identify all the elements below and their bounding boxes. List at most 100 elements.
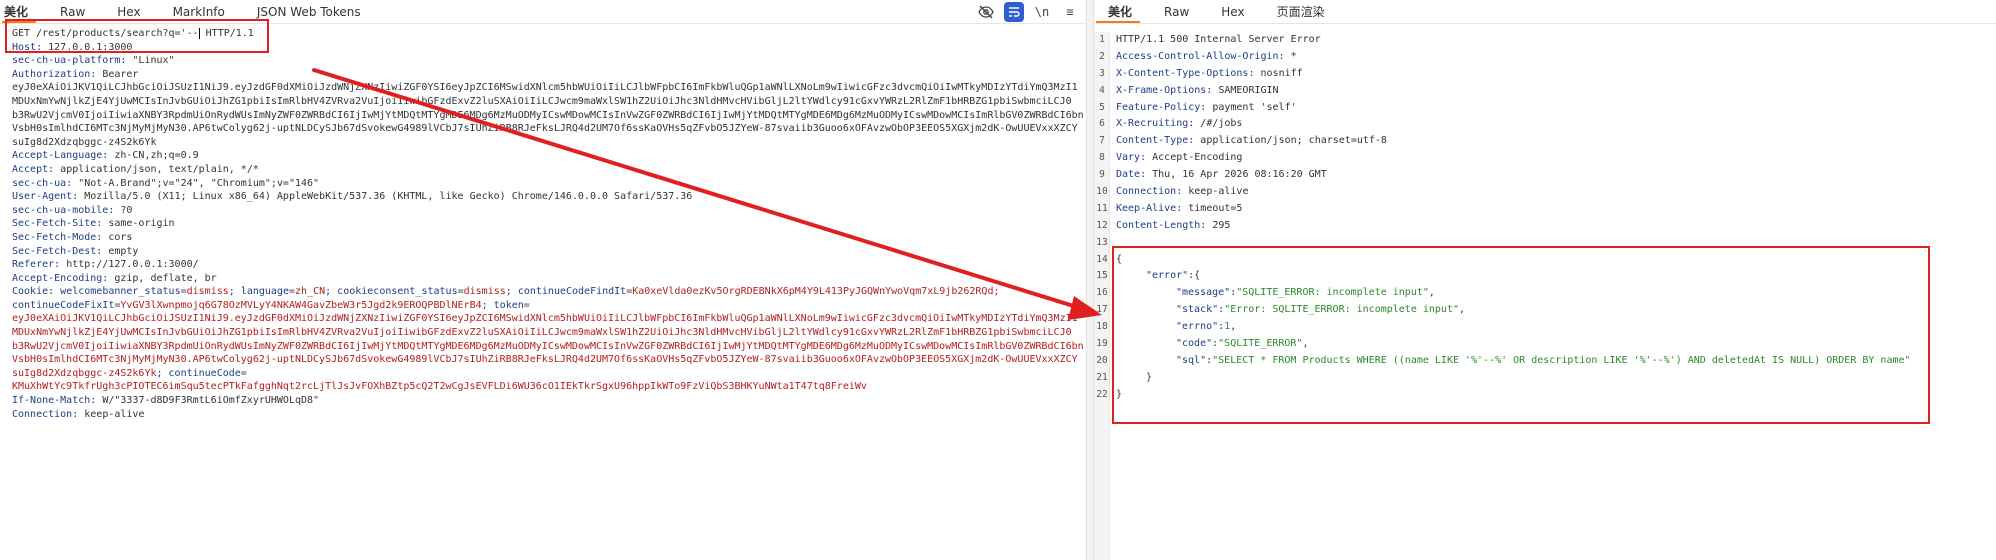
response-tab-raw[interactable]: Raw: [1148, 0, 1205, 23]
response-editor[interactable]: 1 HTTP/1.1 500 Internal Server Error 2 Acce…: [1094, 32, 1996, 560]
line-number: 17: [1096, 304, 1108, 316]
line-number: 4: [1099, 84, 1105, 96]
json-field-line: 20 "sql":"SELECT * FROM Products WHERE ((…: [1094, 353, 1996, 370]
request-header-line: Referer: http://127.0.0.1:3000/: [0, 258, 1086, 272]
cookie-token-line: MDUxNmYwNjlkZjE4YjUwMCIsInJvbGUiOiJhZG1p…: [12, 327, 1072, 339]
line-number: 19: [1096, 338, 1108, 350]
request-header-line: Accept-Language: zh-CN,zh;q=0.9: [0, 149, 1086, 163]
response-header-line: 9 Date: Thu, 16 Apr 2026 08:16:20 GMT: [1094, 167, 1996, 184]
eye-off-icon[interactable]: [976, 2, 996, 22]
request-header-line: Sec-Fetch-Site: same-origin: [0, 217, 1086, 231]
status-text: HTTP/1.1 500 Internal Server Error: [1116, 34, 1321, 45]
cookie-name: welcomebanner_status: [54, 286, 181, 298]
line-number: 18: [1096, 321, 1108, 333]
line-number: 1: [1099, 34, 1105, 45]
request-pane: 美化 Raw Hex MarkInfo JSON Web Tokens \n ≡…: [0, 0, 1086, 560]
header-value: eyJ0eXAiOiJKV1QiLCJhbGciOiJSUzI1NiJ9.eyJ…: [12, 82, 1078, 94]
request-header-line: Accept-Encoding: gzip, deflate, br: [0, 272, 1086, 286]
cookie-token-line: b3RwU2VjcmV0IjoiIiwiaXNBY3RpdmUiOnRydWUs…: [12, 340, 1084, 352]
line-number: 10: [1096, 186, 1108, 198]
cookie-value: dismiss: [186, 286, 229, 298]
header-value: empty: [102, 245, 139, 257]
request-header-line: b3RwU2VjcmV0IjoiIiwiaXNBY3RpdmUiOnRydWUs…: [0, 109, 1086, 123]
json-key: "sql": [1176, 354, 1207, 366]
response-lines: 1 HTTP/1.1 500 Internal Server Error 2 Acce…: [1094, 32, 1996, 404]
response-tabbar: 美化 Raw Hex 页面渲染: [1094, 0, 1996, 24]
request-toolbar: \n ≡: [976, 2, 1080, 22]
response-header-line: 12 Content-Length: 295: [1094, 218, 1996, 235]
header-name: User-Agent:: [12, 191, 79, 203]
request-tab-raw[interactable]: Raw: [44, 0, 101, 23]
json-value: "SQLITE_ERROR": [1218, 338, 1303, 350]
cookie-line-2: continueCodeFixIt=YvGV3lXwnpmojq6G78OzMV…: [12, 299, 530, 311]
header-value: VsbH0sImlhdCI6MTc3NjMyMjMyN30.AP6twColyg…: [12, 123, 1078, 135]
header-name: Accept:: [12, 163, 55, 175]
header-name: Access-Control-Allow-Origin:: [1116, 50, 1285, 62]
header-name: Accept-Language:: [12, 150, 109, 162]
cookie-value: zh_CN: [295, 286, 326, 298]
request-tab-hex[interactable]: Hex: [101, 0, 156, 23]
response-header-line: 6 X-Recruiting: /#/jobs: [1094, 116, 1996, 133]
response-header-line: 5 Feature-Policy: payment 'self': [1094, 100, 1996, 117]
header-name: sec-ch-ua:: [12, 177, 73, 189]
newline-toggle-button[interactable]: \n: [1032, 2, 1052, 22]
header-name: Keep-Alive:: [1116, 202, 1183, 214]
if-none-match-line: If-None-Match: W/"3337-d8D9F3RmtL6iOmfZx…: [12, 395, 320, 407]
line-number: 22: [1096, 388, 1108, 400]
json-comma: ,: [1230, 321, 1237, 333]
cookie-value: dismiss: [463, 286, 506, 298]
header-name: Sec-Fetch-Site:: [12, 218, 103, 230]
request-headers: Host: 127.0.0.1:3000 sec-ch-ua-platform: …: [0, 41, 1086, 286]
json-brace: }: [1116, 388, 1123, 400]
json-field-line: 16 "message":"SQLITE_ERROR: incomplete in…: [1094, 285, 1996, 302]
line-number: 14: [1096, 253, 1108, 265]
request-editor[interactable]: GET /rest/products/search?q='-- HTTP/1.1…: [0, 27, 1086, 560]
header-value: "Linux": [126, 55, 175, 67]
line-number: 5: [1099, 101, 1105, 113]
line-number: 12: [1096, 219, 1108, 231]
header-name: Sec-Fetch-Dest:: [12, 245, 103, 257]
header-name: Date:: [1116, 169, 1147, 181]
header-value: ?0: [114, 204, 133, 216]
header-name: Accept-Encoding:: [12, 272, 109, 284]
header-name: Content-Length:: [1116, 219, 1207, 231]
status-line: 1 HTTP/1.1 500 Internal Server Error: [1094, 32, 1996, 49]
line-number: 2: [1099, 50, 1105, 62]
response-tab-hex[interactable]: Hex: [1205, 0, 1260, 23]
request-header-line: User-Agent: Mozilla/5.0 (X11; Linux x86_…: [0, 190, 1086, 204]
response-header-line: 7 Content-Type: application/json; charset…: [1094, 133, 1996, 150]
json-key: "stack": [1176, 304, 1219, 316]
header-value: cors: [102, 231, 133, 243]
wrap-lines-icon[interactable]: [1004, 2, 1024, 22]
menu-icon[interactable]: ≡: [1060, 2, 1080, 22]
cookie-continuecode-line: KMuXhWtYc9TkfrUgh3cPIOTEC6imSqu5tecPTkFa…: [12, 381, 867, 393]
request-tab-jwt[interactable]: JSON Web Tokens: [241, 0, 377, 23]
header-name: Feature-Policy:: [1116, 101, 1207, 113]
request-header-line: Authorization: Bearer: [0, 68, 1086, 82]
header-value: /#/jobs: [1194, 118, 1243, 130]
header-value: gzip, deflate, br: [108, 272, 217, 284]
header-name: Vary:: [1116, 152, 1147, 164]
header-name: Host:: [12, 41, 43, 53]
header-value: Thu, 16 Apr 2026 08:16:20 GMT: [1146, 169, 1327, 181]
response-tab-render[interactable]: 页面渲染: [1261, 0, 1341, 23]
line-number: 13: [1096, 236, 1108, 248]
request-tab-markinfo[interactable]: MarkInfo: [157, 0, 241, 23]
cookie-name: ; cookieconsent_status: [325, 286, 458, 298]
header-value: same-origin: [102, 218, 175, 230]
request-header-line: MDUxNmYwNjlkZjE4YjUwMCIsInJvbGUiOiJhZG1p…: [0, 95, 1086, 109]
header-value: application/json; charset=utf-8: [1194, 135, 1387, 147]
cookie-token-end-line: suIg8d2Xdzqbggc-z4S2k6Yk; continueCode=: [12, 367, 247, 379]
header-name: Authorization:: [12, 68, 97, 80]
response-tab-pretty[interactable]: 美化: [1094, 0, 1148, 23]
request-tabbar: 美化 Raw Hex MarkInfo JSON Web Tokens: [0, 0, 1086, 24]
request-header-line: VsbH0sImlhdCI6MTc3NjMyMjMyN30.AP6twColyg…: [0, 122, 1086, 136]
header-value: nosniff: [1254, 67, 1303, 79]
json-value: "SQLITE_ERROR: incomplete input": [1236, 287, 1429, 299]
request-header-line: Sec-Fetch-Mode: cors: [0, 231, 1086, 245]
pane-splitter[interactable]: [1086, 0, 1094, 560]
request-tab-pretty[interactable]: 美化: [0, 0, 44, 23]
line-number: 15: [1096, 270, 1108, 282]
header-value: keep-alive: [1182, 186, 1249, 198]
response-header-line: 3 X-Content-Type-Options: nosniff: [1094, 66, 1996, 83]
